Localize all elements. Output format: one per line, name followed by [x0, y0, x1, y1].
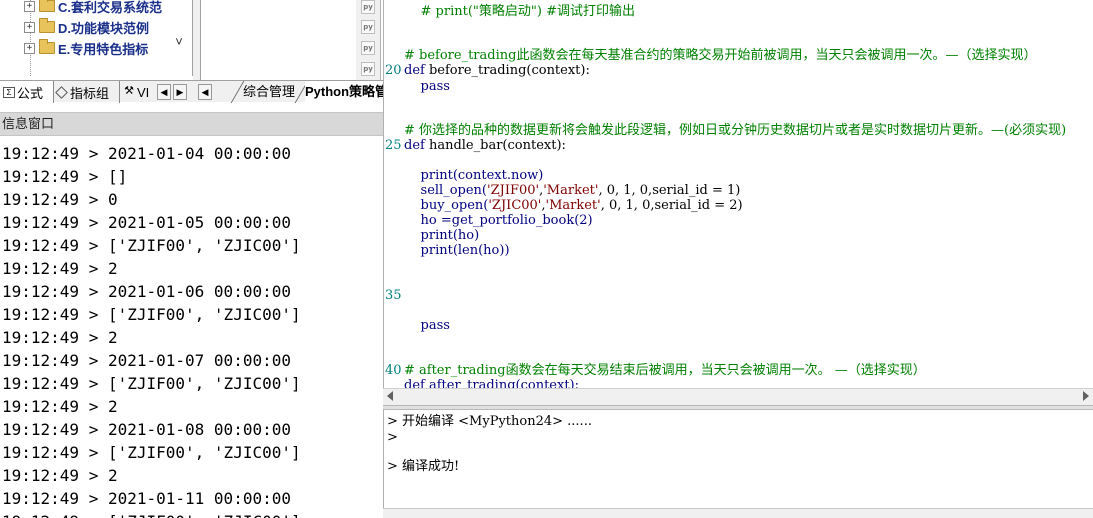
splitter[interactable] — [193, 0, 200, 80]
code-text: buy_open( — [404, 198, 489, 213]
left-tab-bar: Σ 公式 指标组 ⚒ VI ◀ ▶ — [0, 80, 193, 103]
log-line: 19:12:49 > ['ZJIF00', 'ZJIC00'] — [2, 443, 301, 462]
status-strip — [383, 508, 1093, 518]
string-literal: 'Market' — [543, 183, 599, 198]
info-window-log[interactable]: 19:12:49 > 2021-01-04 00:00:00 19:12:49 … — [0, 140, 383, 518]
log-line: 19:12:49 > 2 — [2, 397, 118, 416]
compile-output[interactable]: > 开始编译 <MyPython24> ...... > > 编译成功! — [383, 410, 1093, 508]
tab-next-button[interactable]: ▶ — [173, 84, 187, 100]
tree-expander[interactable]: + — [24, 42, 35, 54]
tree-item-label: E.专用特色指标 — [58, 41, 149, 57]
log-line: 19:12:49 > 2021-01-11 00:00:00 — [2, 489, 291, 508]
code-line: print(ho) — [404, 228, 480, 243]
code-line: pass — [404, 318, 450, 333]
tab-vi[interactable]: ⚒ VI — [120, 81, 156, 103]
editor-horizontal-scrollbar[interactable] — [383, 388, 1093, 405]
tab-indicator-group[interactable]: 指标组 — [54, 81, 120, 103]
tab-scroll-left-button[interactable]: ◀ — [198, 84, 212, 100]
log-line: 19:12:49 > ['ZJIF00', 'ZJIC00'] — [2, 510, 301, 518]
string-literal: 'ZJIF00' — [487, 183, 540, 198]
code-line: pass — [404, 79, 450, 94]
file-icon-column: py py py py — [356, 0, 381, 80]
list-pane — [200, 0, 356, 80]
line-number: 40 — [385, 363, 402, 378]
log-line: 19:12:49 > 2 — [2, 328, 118, 347]
tree-expander[interactable]: + — [24, 0, 35, 12]
tab-formula[interactable]: Σ 公式 — [0, 81, 54, 103]
tab-label: 公式 — [17, 85, 44, 101]
code-line: ho =get_portfolio_book(2) — [404, 213, 593, 228]
tab-prev-button[interactable]: ◀ — [157, 84, 171, 100]
log-line: 19:12:49 > 2021-01-07 00:00:00 — [2, 351, 291, 370]
folder-icon — [39, 39, 55, 54]
code-text: print(context.now) — [404, 168, 544, 183]
info-window-title: 信息窗口 — [0, 112, 383, 136]
line-number: 35 — [385, 288, 402, 303]
log-line: 19:12:49 > ['ZJIF00', 'ZJIC00'] — [2, 374, 301, 393]
code-line: # print("策略启动") #调试打印输出 — [404, 4, 635, 19]
output-line: > 开始编译 <MyPython24> ...... — [387, 414, 592, 429]
tree-item-special-indicators[interactable]: + E.专用特色指标 — [24, 38, 148, 58]
log-line: 19:12:49 > 2 — [2, 259, 118, 278]
log-line: 19:12:49 > 2021-01-08 00:00:00 — [2, 420, 291, 439]
code-line: print(context.now) — [404, 168, 544, 183]
scroll-right-icon[interactable] — [1083, 391, 1089, 401]
log-line: 19:12:49 > ['ZJIF00', 'ZJIC00'] — [2, 236, 301, 255]
python-file-icon[interactable]: py — [361, 62, 375, 76]
code-comment: # before_trading此函数会在每天基准合约的策略交易开始前被调用，当… — [404, 48, 1037, 63]
code-line: buy_open('ZJIC00','Market', 0, 1, 0,seri… — [404, 198, 743, 213]
line-number: 25 — [385, 138, 402, 153]
log-line: 19:12:49 > 2 — [2, 466, 118, 485]
scroll-left-icon[interactable] — [387, 391, 393, 401]
tools-icon: ⚒ — [124, 84, 134, 97]
code-editor[interactable]: # print("策略启动") #调试打印输出 # before_trading… — [383, 0, 1093, 388]
keyword: def — [404, 138, 425, 153]
code-comment: # after_trading函数会在每天交易结束后被调用，当天只会被调用一次。… — [404, 363, 926, 378]
keyword: def — [404, 63, 425, 78]
code-line: sell_open('ZJIF00','Market', 0, 1, 0,ser… — [404, 183, 741, 198]
string-literal: 'Market' — [545, 198, 601, 213]
diamond-icon — [55, 85, 68, 99]
tree-scroll-down-icon[interactable]: ˅ — [170, 34, 188, 54]
line-number: 20 — [385, 63, 402, 78]
formula-icon: Σ — [3, 86, 15, 98]
log-line: 19:12:49 > ['ZJIF00', 'ZJIC00'] — [2, 305, 301, 324]
python-file-icon[interactable]: py — [361, 20, 375, 34]
code-text: before_trading(context): — [424, 63, 590, 78]
folder-icon — [39, 0, 55, 12]
tab-label: 指标组 — [70, 85, 110, 101]
code-line: def handle_bar(context): — [404, 138, 566, 153]
log-line: 19:12:49 > 2021-01-06 00:00:00 — [2, 282, 291, 301]
code-text: handle_bar(context): — [424, 138, 566, 153]
code-comment: # 你选择的品种的数据更新将会触发此段逻辑，例如日或分钟历史数据切片或者是实时数… — [404, 123, 1067, 138]
code-line: def after_trading(context): — [404, 378, 579, 388]
log-line: 19:12:49 > 2021-01-05 00:00:00 — [2, 213, 291, 232]
tree-expander[interactable]: + — [24, 21, 35, 33]
tree-item-arbitrage[interactable]: + C.套利交易系统范 — [24, 0, 162, 16]
tree-item-function-modules[interactable]: + D.功能模块范例 — [24, 17, 149, 37]
python-file-icon[interactable]: py — [361, 41, 375, 55]
formula-tree[interactable]: + C.套利交易系统范 + D.功能模块范例 + E.专用特色指标 ˅ — [0, 0, 193, 76]
folder-icon — [39, 18, 55, 33]
code-text: sell_open( — [404, 183, 487, 198]
app-window: + C.套利交易系统范 + D.功能模块范例 + E.专用特色指标 ˅ py p… — [0, 0, 1093, 518]
code-text: , 0, 1, 0,serial_id = 1) — [598, 183, 741, 198]
code-line: def before_trading(context): — [404, 63, 590, 78]
right-tab-bar: ◀ 综合管理 Python策略管理 — [193, 80, 383, 103]
code-text: , 0, 1, 0,serial_id = 2) — [600, 198, 743, 213]
tree-item-label: D.功能模块范例 — [58, 20, 150, 36]
log-line: 19:12:49 > 0 — [2, 190, 118, 209]
log-line: 19:12:49 > 2021-01-04 00:00:00 — [2, 144, 291, 163]
string-literal: 'ZJIC00' — [488, 198, 542, 213]
tab-general-management[interactable]: 综合管理 — [243, 81, 297, 103]
output-line: > 编译成功! — [387, 459, 460, 474]
tree-item-label: C.套利交易系统范 — [58, 0, 163, 15]
code-line: print(len(ho)) — [404, 243, 510, 258]
python-file-icon[interactable]: py — [361, 0, 375, 14]
log-line: 19:12:49 > [] — [2, 167, 128, 186]
tab-python-strategy[interactable]: Python策略管理 — [305, 81, 383, 103]
tab-label: VI — [137, 84, 150, 100]
output-line: > — [387, 430, 398, 445]
